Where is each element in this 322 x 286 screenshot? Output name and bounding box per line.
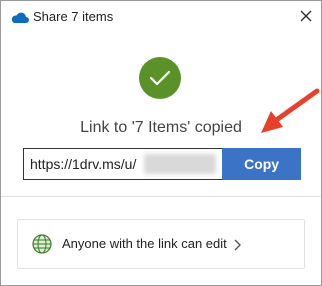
link-row: https://1drv.ms/u/ Copy [23,148,301,180]
chevron-right-icon [234,239,241,251]
share-link-text: https://1drv.ms/u/ [30,156,137,172]
title-bar: Share 7 items [1,1,321,31]
checkmark-icon [149,70,171,86]
close-icon [300,10,312,22]
annotation-arrow [261,88,320,133]
copy-button[interactable]: Copy [222,148,301,180]
redacted-link-part [144,154,216,174]
divider [1,196,321,197]
permission-label: Anyone with the link can edit [62,236,227,251]
success-badge [139,57,181,99]
globe-icon [32,234,52,254]
dialog-title: Share 7 items [33,9,114,24]
share-link-field[interactable]: https://1drv.ms/u/ [23,148,223,180]
onedrive-cloud-icon [11,12,29,23]
share-dialog: Share 7 items Link to '7 Items' copied h… [0,0,322,286]
link-permission-settings[interactable]: Anyone with the link can edit [17,219,305,269]
close-button[interactable] [291,1,321,31]
